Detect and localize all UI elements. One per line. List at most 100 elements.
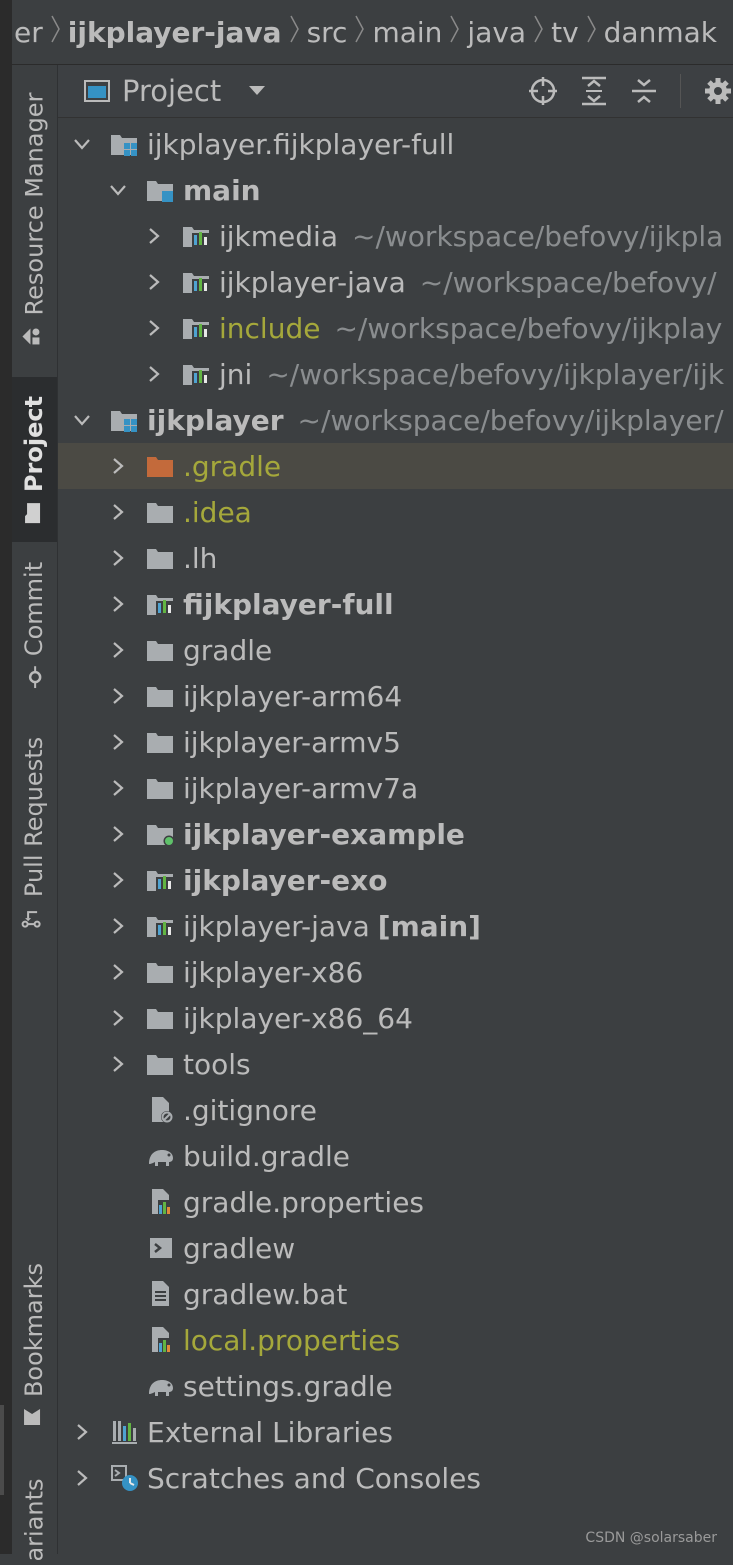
breadcrumb-separator [586, 14, 596, 51]
breadcrumb-item[interactable]: danmak [604, 16, 717, 49]
tree-node[interactable]: gradlew [58, 1225, 733, 1271]
chevron-right-icon[interactable] [144, 226, 164, 246]
expand-all-icon[interactable] [580, 76, 608, 106]
folder-orange-icon [146, 452, 176, 480]
project-tab[interactable]: Project [12, 377, 57, 542]
chevron-right-icon[interactable] [108, 824, 128, 844]
folder-icon [146, 498, 176, 526]
tree-node[interactable]: ijkplayer-x86_64 [58, 995, 733, 1041]
tree-node[interactable]: local.properties [58, 1317, 733, 1363]
breadcrumb-item[interactable]: java [467, 14, 551, 51]
breadcrumb-label: src [306, 15, 348, 49]
tree-node[interactable]: ijkmedia ~/workspace/befovy/ijkpla [58, 213, 733, 259]
resource-manager-icon [21, 325, 49, 347]
tree-node-path: ~/workspace/befovy/ijkplayer/ijk [266, 357, 725, 391]
module-icon [110, 406, 140, 434]
tree-node[interactable]: gradle [58, 627, 733, 673]
libraries-icon [110, 1418, 140, 1446]
file-ignore-icon [146, 1096, 176, 1124]
chevron-right-icon[interactable] [108, 778, 128, 798]
tree-node[interactable]: gradle.properties [58, 1179, 733, 1225]
tree-node[interactable]: ijkplayer-exo [58, 857, 733, 903]
tree-node[interactable]: .gradle [58, 443, 733, 489]
tree-node-label: ijkplayer-x86 [183, 955, 364, 989]
tree-node[interactable]: External Libraries [58, 1409, 733, 1455]
chevron-right-icon[interactable] [72, 1422, 92, 1442]
project-view-selector[interactable]: Project [84, 74, 266, 108]
gear-icon[interactable] [703, 76, 733, 106]
tree-node[interactable]: ijkplayer-java ~/workspace/befovy/ [58, 259, 733, 305]
tree-node-label: ijkplayer-example [183, 817, 465, 851]
breadcrumb-item[interactable]: er [14, 14, 68, 51]
collapse-all-icon[interactable] [630, 76, 658, 106]
tree-node[interactable]: main [58, 167, 733, 213]
folder-icon [146, 728, 176, 756]
breadcrumb-item[interactable]: tv [551, 14, 604, 51]
locate-icon[interactable] [528, 76, 558, 106]
tree-node[interactable]: ijkplayer-java [main] [58, 903, 733, 949]
breadcrumb-item[interactable]: ijkplayer-java [68, 14, 307, 51]
breadcrumb-item[interactable]: main [372, 14, 467, 51]
breadcrumb-item[interactable]: src [307, 14, 373, 51]
chevron-right-icon[interactable] [108, 916, 128, 936]
chevron-right-icon[interactable] [108, 502, 128, 522]
resource-manager-label: Resource Manager [20, 92, 49, 316]
tree-node[interactable]: tools [58, 1041, 733, 1087]
chevron-right-icon[interactable] [108, 686, 128, 706]
chevron-right-icon[interactable] [72, 1468, 92, 1488]
folder-app-icon [146, 820, 176, 848]
tree-node[interactable]: .idea [58, 489, 733, 535]
chevron-right-icon[interactable] [108, 640, 128, 660]
tree-node[interactable]: ijkplayer-example [58, 811, 733, 857]
tree-node[interactable]: .lh [58, 535, 733, 581]
chevron-right-icon[interactable] [144, 318, 164, 338]
module-folder-icon [146, 176, 176, 204]
build-variants-tab[interactable]: ariants [12, 1475, 57, 1565]
tree-node[interactable]: ijkplayer ~/workspace/befovy/ijkplayer/ [58, 397, 733, 443]
commit-label: Commit [20, 561, 49, 657]
file-properties-icon [146, 1326, 176, 1354]
tree-node[interactable]: fijkplayer-full [58, 581, 733, 627]
tree-node[interactable]: ijkplayer.fijkplayer-full [58, 121, 733, 167]
bookmarks-tab[interactable]: Bookmarks [12, 1255, 57, 1435]
chevron-right-icon[interactable] [108, 732, 128, 752]
tree-node[interactable]: settings.gradle [58, 1363, 733, 1409]
tree-node-label: ijkmedia [219, 219, 338, 253]
tree-node[interactable]: Scratches and Consoles [58, 1455, 733, 1501]
breadcrumb-label: java [467, 15, 527, 49]
chevron-right-icon[interactable] [144, 364, 164, 384]
commit-tab[interactable]: Commit [12, 555, 57, 695]
chevron-down-icon[interactable] [108, 180, 128, 200]
chevron-right-icon[interactable] [108, 962, 128, 982]
chevron-right-icon[interactable] [144, 272, 164, 292]
tree-node[interactable]: .gitignore [58, 1087, 733, 1133]
tree-node[interactable]: jni ~/workspace/befovy/ijkplayer/ijk [58, 351, 733, 397]
chevron-down-icon[interactable] [72, 410, 92, 430]
resource-manager-tab[interactable]: Resource Manager [12, 75, 57, 365]
tree-node[interactable]: gradlew.bat [58, 1271, 733, 1317]
project-window-icon [84, 80, 110, 102]
module-chart-icon [182, 360, 212, 388]
chevron-right-icon[interactable] [108, 594, 128, 614]
chevron-down-icon[interactable] [72, 134, 92, 154]
folder-icon [146, 1050, 176, 1078]
chevron-right-icon[interactable] [108, 1054, 128, 1074]
tree-node[interactable]: include ~/workspace/befovy/ijkplay [58, 305, 733, 351]
tree-node-label: gradlew [183, 1231, 296, 1265]
folder-icon [146, 636, 176, 664]
chevron-right-icon[interactable] [108, 456, 128, 476]
tree-node[interactable]: build.gradle [58, 1133, 733, 1179]
tree-node[interactable]: ijkplayer-x86 [58, 949, 733, 995]
pull-requests-tab[interactable]: Pull Requests [12, 725, 57, 940]
breadcrumb-label: tv [551, 15, 579, 49]
chevron-right-icon[interactable] [108, 548, 128, 568]
tree-node[interactable]: ijkplayer-armv5 [58, 719, 733, 765]
tree-node-label: .gitignore [183, 1093, 317, 1127]
file-shell-icon [146, 1234, 176, 1262]
chevron-right-icon[interactable] [108, 870, 128, 890]
breadcrumb: er ijkplayer-java src main java tv danmak [12, 0, 733, 65]
tree-node[interactable]: ijkplayer-arm64 [58, 673, 733, 719]
tree-node[interactable]: ijkplayer-armv7a [58, 765, 733, 811]
module-chart-icon [182, 268, 212, 296]
chevron-right-icon[interactable] [108, 1008, 128, 1028]
